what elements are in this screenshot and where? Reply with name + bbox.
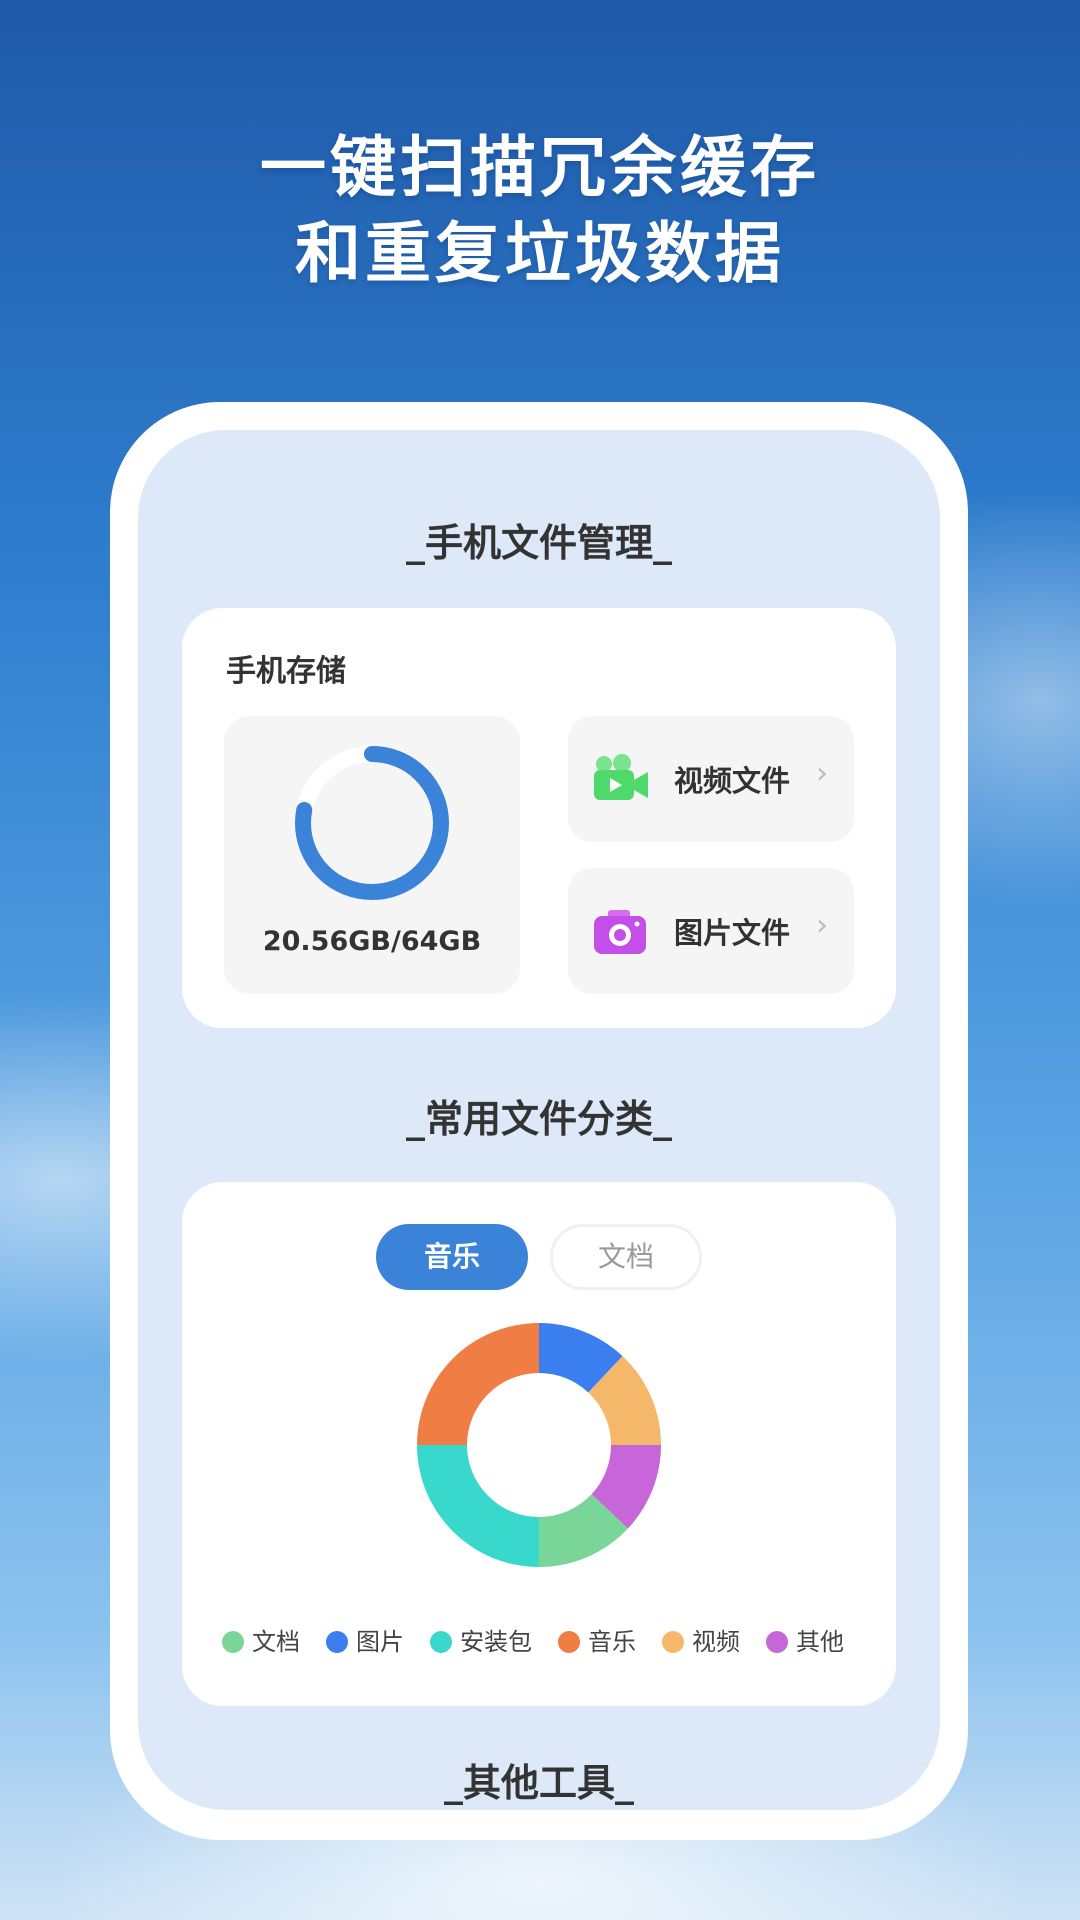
category-donut-chart bbox=[417, 1323, 661, 1567]
legend-label: 图片 bbox=[356, 1628, 404, 1656]
legend-label: 音乐 bbox=[588, 1628, 636, 1656]
donut-slice-5 bbox=[417, 1323, 539, 1445]
section-title-file-management: _手机文件管理_ bbox=[405, 521, 672, 565]
legend-label: 安装包 bbox=[460, 1628, 532, 1656]
category-card: 音乐 文档 文档 图片 安装包 音乐 视频 其他 bbox=[182, 1182, 896, 1706]
legend-dot bbox=[558, 1631, 580, 1653]
legend-item: 文档 bbox=[222, 1622, 300, 1657]
legend-item: 视频 bbox=[662, 1622, 740, 1657]
chevron-right-icon: › bbox=[816, 756, 828, 791]
storage-usage-box: 20.56GB/64GB bbox=[224, 716, 520, 994]
storage-ring bbox=[295, 746, 449, 900]
image-files-button[interactable]: 图片文件 › bbox=[568, 868, 854, 994]
storage-label: 手机存储 bbox=[226, 654, 346, 689]
phone-screen: _手机文件管理_ 手机存储 20.56GB/64GB 视频文件 › 图片文件 ›… bbox=[138, 430, 940, 1810]
photo-camera-icon bbox=[594, 910, 646, 954]
headline-line-1: 一键扫描冗余缓存 bbox=[260, 129, 820, 206]
legend-label: 其他 bbox=[796, 1628, 844, 1656]
image-files-label: 图片文件 bbox=[674, 916, 791, 950]
video-files-button[interactable]: 视频文件 › bbox=[568, 716, 854, 842]
promo-headline: 一键扫描冗余缓存 和重复垃圾数据 bbox=[0, 125, 1080, 297]
headline-line-2: 和重复垃圾数据 bbox=[295, 215, 785, 292]
legend-item: 图片 bbox=[326, 1622, 404, 1657]
legend-dot bbox=[430, 1631, 452, 1653]
chevron-right-icon: › bbox=[816, 908, 828, 943]
legend-item: 安装包 bbox=[430, 1622, 532, 1657]
donut-slice-4 bbox=[417, 1445, 539, 1567]
storage-usage-text: 20.56GB/64GB bbox=[262, 926, 482, 957]
legend-label: 视频 bbox=[692, 1628, 740, 1656]
legend-dot bbox=[662, 1631, 684, 1653]
legend-dot bbox=[326, 1631, 348, 1653]
tab-documents[interactable]: 文档 bbox=[550, 1224, 702, 1290]
tab-music[interactable]: 音乐 bbox=[376, 1224, 528, 1290]
section-title-categories: _常用文件分类_ bbox=[405, 1097, 672, 1141]
legend-label: 文档 bbox=[252, 1628, 300, 1656]
legend-item: 音乐 bbox=[558, 1622, 636, 1657]
storage-card: 手机存储 20.56GB/64GB 视频文件 › 图片文件 › bbox=[182, 608, 896, 1028]
video-camera-icon bbox=[594, 754, 648, 800]
legend-dot bbox=[766, 1631, 788, 1653]
legend-dot bbox=[222, 1631, 244, 1653]
video-files-label: 视频文件 bbox=[674, 764, 791, 798]
legend-item: 其他 bbox=[766, 1622, 844, 1657]
section-title-other-tools: _其他工具_ bbox=[443, 1761, 634, 1805]
